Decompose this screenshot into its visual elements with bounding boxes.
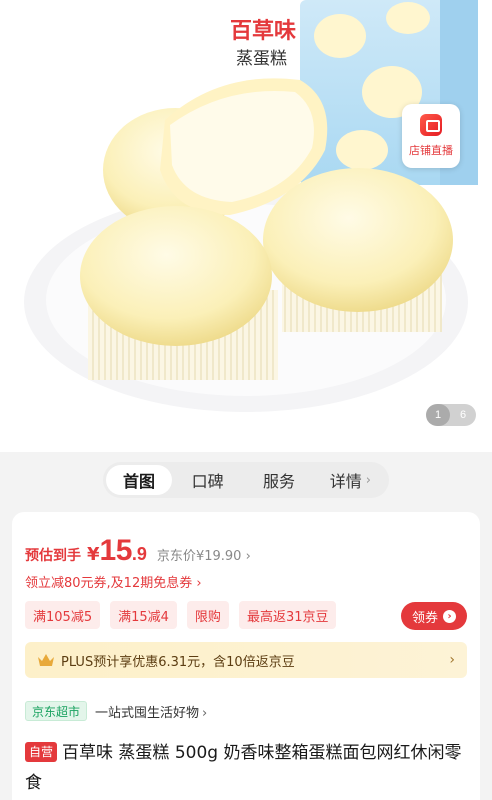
store-live-button[interactable]: 店铺直播 [402,104,460,168]
tab-main-image[interactable]: 首图 [106,465,172,495]
brand-sub-text: 蒸蛋糕 [236,49,287,69]
chevron-right-icon: › [365,472,371,488]
pager-current: 1 [426,404,450,426]
product-photo: 百草味 蒸蛋糕 [24,0,478,412]
tab-label: 口碑 [191,472,224,491]
chevron-right-icon: › [449,652,455,668]
tab-bar-container: 首图 口碑 服务 详情 › [0,452,492,504]
price-integer: 15 [99,534,133,567]
product-image-gallery[interactable]: 百草味 蒸蛋糕 店铺直播 1 6 [0,0,492,452]
coupon-link[interactable]: 领立减80元券,及12期免息券 › [25,572,202,591]
plus-member-bar[interactable]: PLUS预计享优惠6.31元，含10倍返京豆 › [25,642,467,678]
currency-symbol: ¥ [87,544,100,565]
jd-supermarket-badge: 京东超市 [25,701,88,721]
promo-tag[interactable]: 最高返31京豆 [238,601,337,629]
jd-price[interactable]: 京东价¥19.90 › [157,545,251,564]
jd-price-label: 京东价 [156,549,196,564]
estimate-label: 预估到手 [25,548,81,564]
arrow-circle-icon: › [443,609,456,623]
tab-label: 服务 [262,472,295,491]
tab-details[interactable]: 详情 › [315,465,386,495]
price-decimal: .9 [131,544,147,564]
jd-price-value: ¥19.90 [195,549,242,564]
self-operated-badge: 自营 [25,742,58,762]
brand-logo-text: 百草味 [230,18,296,44]
tab-label: 首图 [122,472,155,491]
plus-discount-text: PLUS预计享优惠6.31元，含10倍返京豆 [61,654,295,670]
tab-label: 详情 [329,472,362,491]
product-title: 自营 百草味 蒸蛋糕 500g 奶香味整箱蛋糕面包网红休闲零食 [25,738,470,798]
store-slogan: 一站式囤生活好物 › [95,702,207,721]
promo-tag[interactable]: 满105减5 [25,601,101,629]
tab-reviews[interactable]: 口碑 [172,465,243,495]
image-pager: 1 6 [426,404,476,426]
pager-total: 6 [459,409,467,421]
promo-tag[interactable]: 满15减4 [110,601,177,629]
product-title-text: 百草味 蒸蛋糕 500g 奶香味整箱蛋糕面包网红休闲零食 [25,743,462,793]
chevron-right-icon: › [202,705,208,721]
store-live-label: 店铺直播 [409,145,453,157]
product-info-card: 预估到手 ¥ 15 .9 京东价¥19.90 › 领立减80元券,及12期免息券… [12,512,480,800]
get-coupon-button[interactable]: 领券 › [401,602,467,630]
store-row[interactable]: 京东超市 一站式囤生活好物 › [25,701,207,721]
crown-icon [38,654,54,666]
live-stream-icon [420,114,442,136]
tab-bar: 首图 口碑 服务 详情 › [103,462,389,498]
promo-tag[interactable]: 限购 [186,601,229,629]
tab-service[interactable]: 服务 [243,465,314,495]
get-coupon-label: 领券 [411,610,438,626]
store-slogan-text: 一站式囤生活好物 [95,705,200,721]
price-row: 预估到手 ¥ 15 .9 京东价¥19.90 › [25,534,251,568]
chevron-right-icon: › [245,549,251,564]
promo-tags: 满105减5 满15减4 限购 最高返31京豆 [25,601,337,629]
